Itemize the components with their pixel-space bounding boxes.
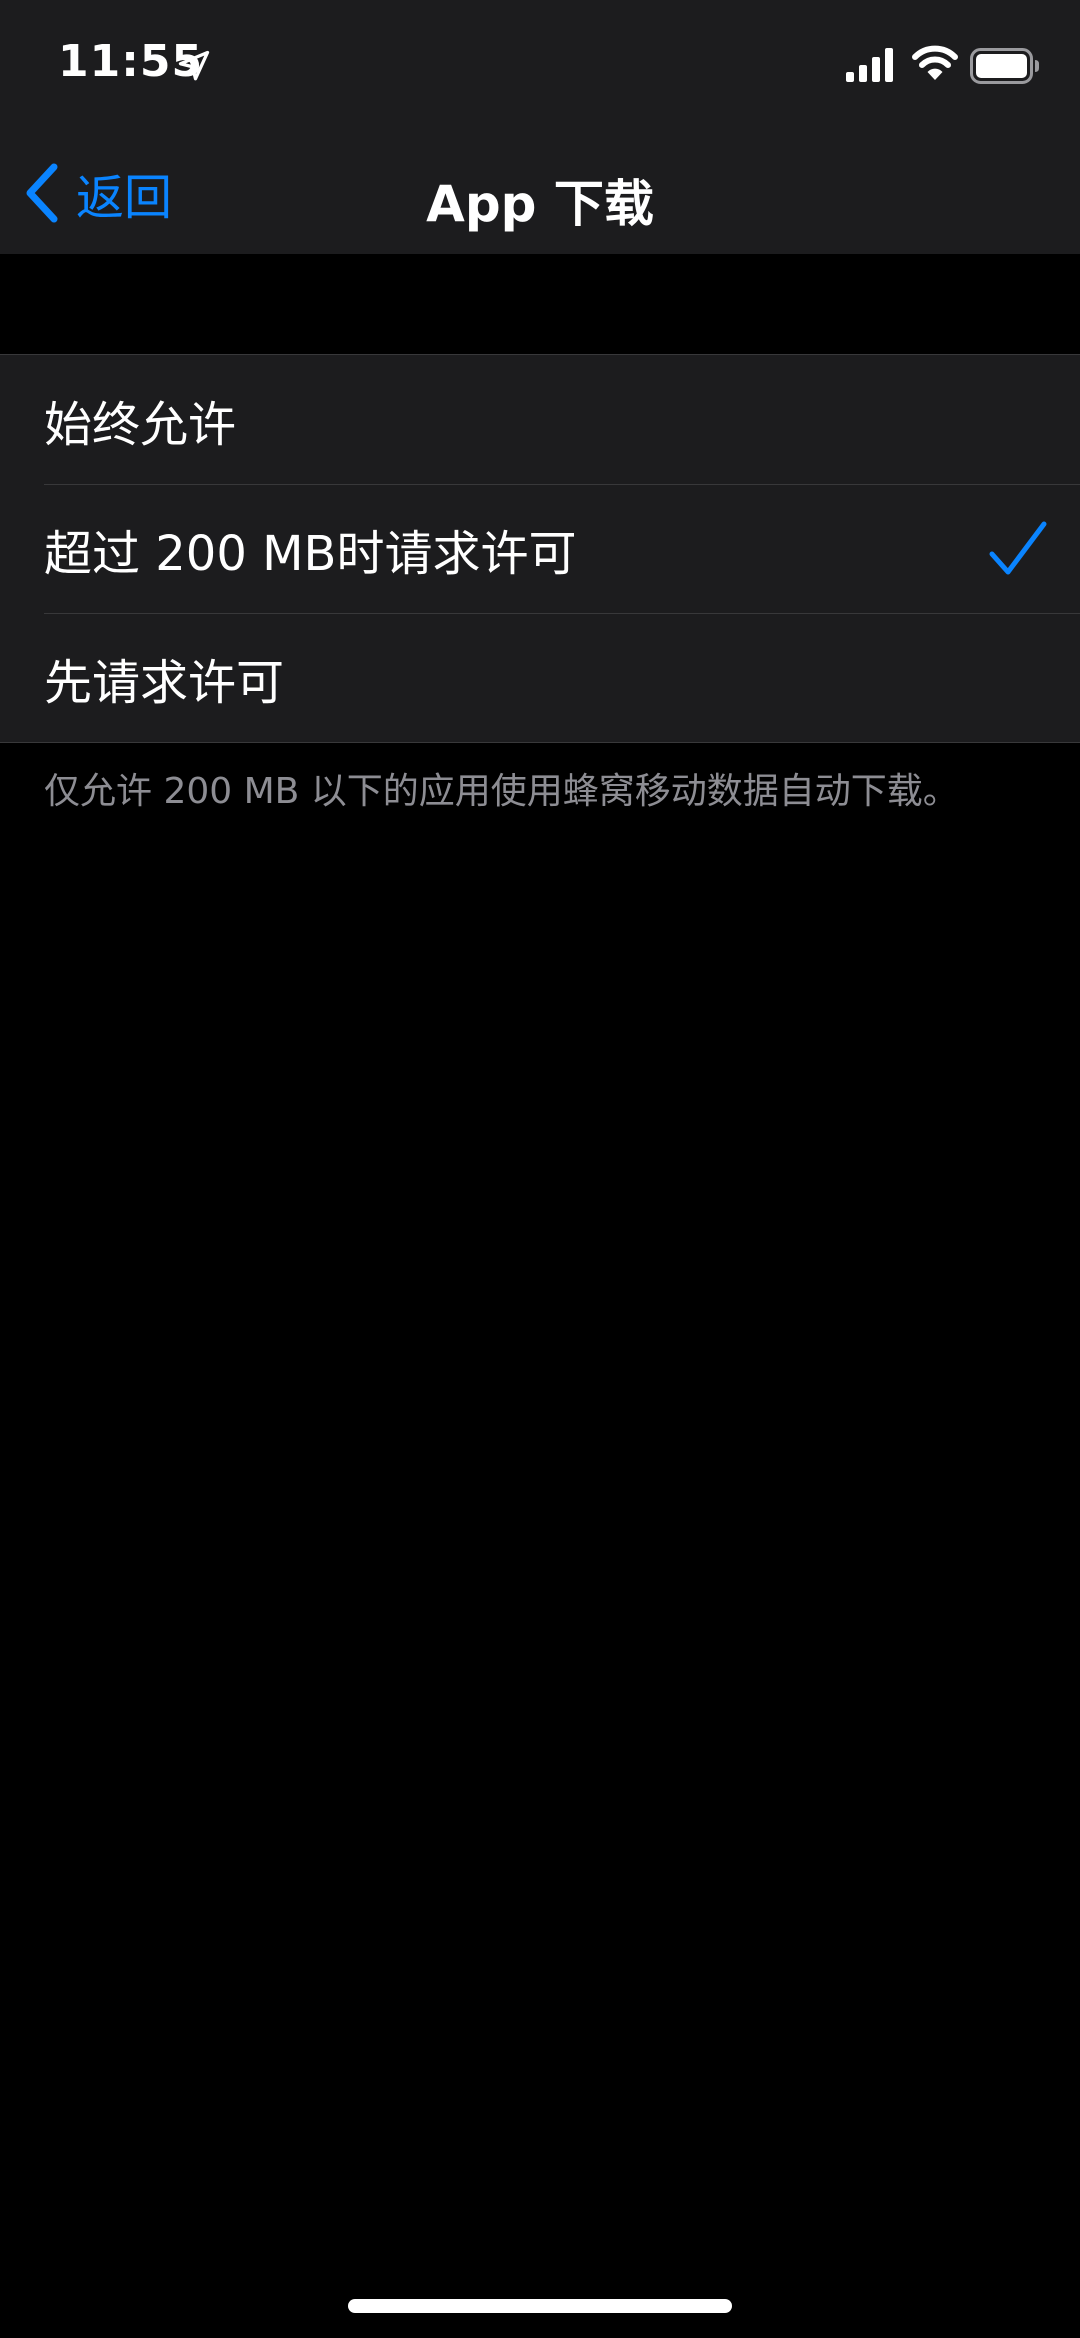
back-button[interactable]: 返回 [24,158,172,228]
checkmark-icon [989,521,1047,575]
navigation-bar: App 下载 返回 [0,132,1080,254]
home-indicator[interactable] [348,2299,732,2313]
option-always-allow[interactable]: 始终允许 [0,355,1080,484]
download-options-list: 始终允许 超过 200 MB时请求许可 先请求许可 [0,354,1080,743]
option-ask-first[interactable]: 先请求许可 [0,613,1080,742]
option-label: 先请求许可 [44,654,285,711]
footer-note: 仅允许 200 MB 以下的应用使用蜂窝移动数据自动下载。 [44,771,959,812]
wifi-icon [912,45,958,80]
battery-icon [970,48,1039,84]
location-arrow-icon [178,50,210,81]
option-label: 超过 200 MB时请求许可 [44,525,577,582]
back-button-label: 返回 [76,170,173,226]
status-bar: 11:55 [0,0,1080,132]
option-label: 始终允许 [44,396,237,453]
option-ask-over-200mb[interactable]: 超过 200 MB时请求许可 [0,484,1080,613]
cellular-signal-icon [846,48,893,82]
chevron-left-icon [26,163,58,223]
